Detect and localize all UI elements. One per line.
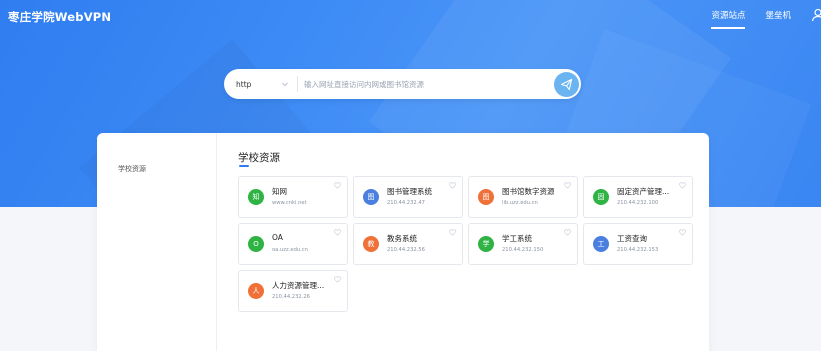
resource-name: 教务系统 xyxy=(387,234,417,243)
top-nav: 资源站点 堡垒机 xyxy=(691,8,821,29)
favorite-heart-icon[interactable] xyxy=(679,229,686,236)
resource-address: 210.44.232.56 xyxy=(387,247,425,253)
resource-icon: 固 xyxy=(593,189,609,205)
favorite-heart-icon[interactable] xyxy=(334,276,341,283)
resource-icon: 学 xyxy=(478,236,494,252)
user-icon[interactable] xyxy=(811,8,821,22)
resource-address: lib.uzz.edu.cn xyxy=(502,200,538,206)
resource-card[interactable]: O OA oa.uzz.edu.cn xyxy=(238,223,348,265)
favorite-heart-icon[interactable] xyxy=(334,182,341,189)
go-button[interactable] xyxy=(554,71,579,97)
favorite-heart-icon[interactable] xyxy=(564,182,571,189)
chevron-down-icon xyxy=(282,82,288,87)
resource-name: 工资查询 xyxy=(617,234,647,243)
nav-item-resources[interactable]: 资源站点 xyxy=(711,9,746,29)
resource-name: 学工系统 xyxy=(502,234,532,243)
search-bar: http xyxy=(224,69,581,99)
resource-name: 知网 xyxy=(272,187,287,196)
favorite-heart-icon[interactable] xyxy=(449,229,456,236)
resource-card[interactable]: 知知网 www.cnki.net xyxy=(238,176,348,218)
resource-card[interactable]: 固固定资产管理... 210.44.232.100 xyxy=(583,176,693,218)
resource-icon: 教 xyxy=(363,236,379,252)
resource-icon: O xyxy=(248,236,264,252)
resource-card[interactable]: 图图书管理系统 210.44.232.47 xyxy=(353,176,463,218)
paper-plane-icon xyxy=(560,78,573,90)
resource-icon: 工 xyxy=(593,236,609,252)
resource-icon: 图 xyxy=(478,189,494,205)
resource-address: 210.44.232.100 xyxy=(617,200,659,206)
resource-name: 图书管理系统 xyxy=(387,187,432,196)
sidebar-item-school-resources[interactable]: 学校资源 xyxy=(118,164,146,174)
favorite-heart-icon[interactable] xyxy=(564,229,571,236)
protocol-value: http xyxy=(236,79,252,89)
resource-card[interactable]: 学学工系统 210.44.232.150 xyxy=(468,223,578,265)
resource-card[interactable]: 工工资查询 210.44.232.153 xyxy=(583,223,693,265)
resource-icon: 人 xyxy=(248,283,264,299)
resource-name: OA xyxy=(272,233,283,242)
resource-name: 图书馆数字资源 xyxy=(502,187,555,196)
resource-icon: 知 xyxy=(248,189,264,205)
resource-address: 210.44.232.47 xyxy=(387,200,425,206)
section-title-underline xyxy=(239,165,249,167)
brand-title: 枣庄学院WebVPN xyxy=(8,10,112,24)
resource-address: oa.uzz.edu.cn xyxy=(272,247,308,253)
resource-address: www.cnki.net xyxy=(272,200,307,206)
favorite-heart-icon[interactable] xyxy=(679,182,686,189)
nav-item-bastion[interactable]: 堡垒机 xyxy=(765,9,791,27)
favorite-heart-icon[interactable] xyxy=(449,182,456,189)
section-title: 学校资源 xyxy=(238,152,280,164)
resource-name: 人力资源管理... xyxy=(272,281,325,290)
resource-panel: 学校资源 学校资源 知知网 www.cnki.net 图图书管理系统 210.44.2… xyxy=(97,133,709,351)
resource-card[interactable]: 教教务系统 210.44.232.56 xyxy=(353,223,463,265)
resource-card[interactable]: 人人力资源管理... 210.44.232.26 xyxy=(238,270,348,312)
resource-icon: 图 xyxy=(363,189,379,205)
resource-address: 210.44.232.26 xyxy=(272,294,310,300)
sidebar: 学校资源 xyxy=(97,133,217,351)
protocol-select[interactable]: http xyxy=(224,76,298,92)
favorite-heart-icon[interactable] xyxy=(334,229,341,236)
search-input[interactable] xyxy=(298,69,554,99)
resource-card[interactable]: 图图书馆数字资源 lib.uzz.edu.cn xyxy=(468,176,578,218)
resource-address: 210.44.232.153 xyxy=(617,247,659,253)
resource-address: 210.44.232.150 xyxy=(502,247,544,253)
resource-name: 固定资产管理... xyxy=(617,187,670,196)
